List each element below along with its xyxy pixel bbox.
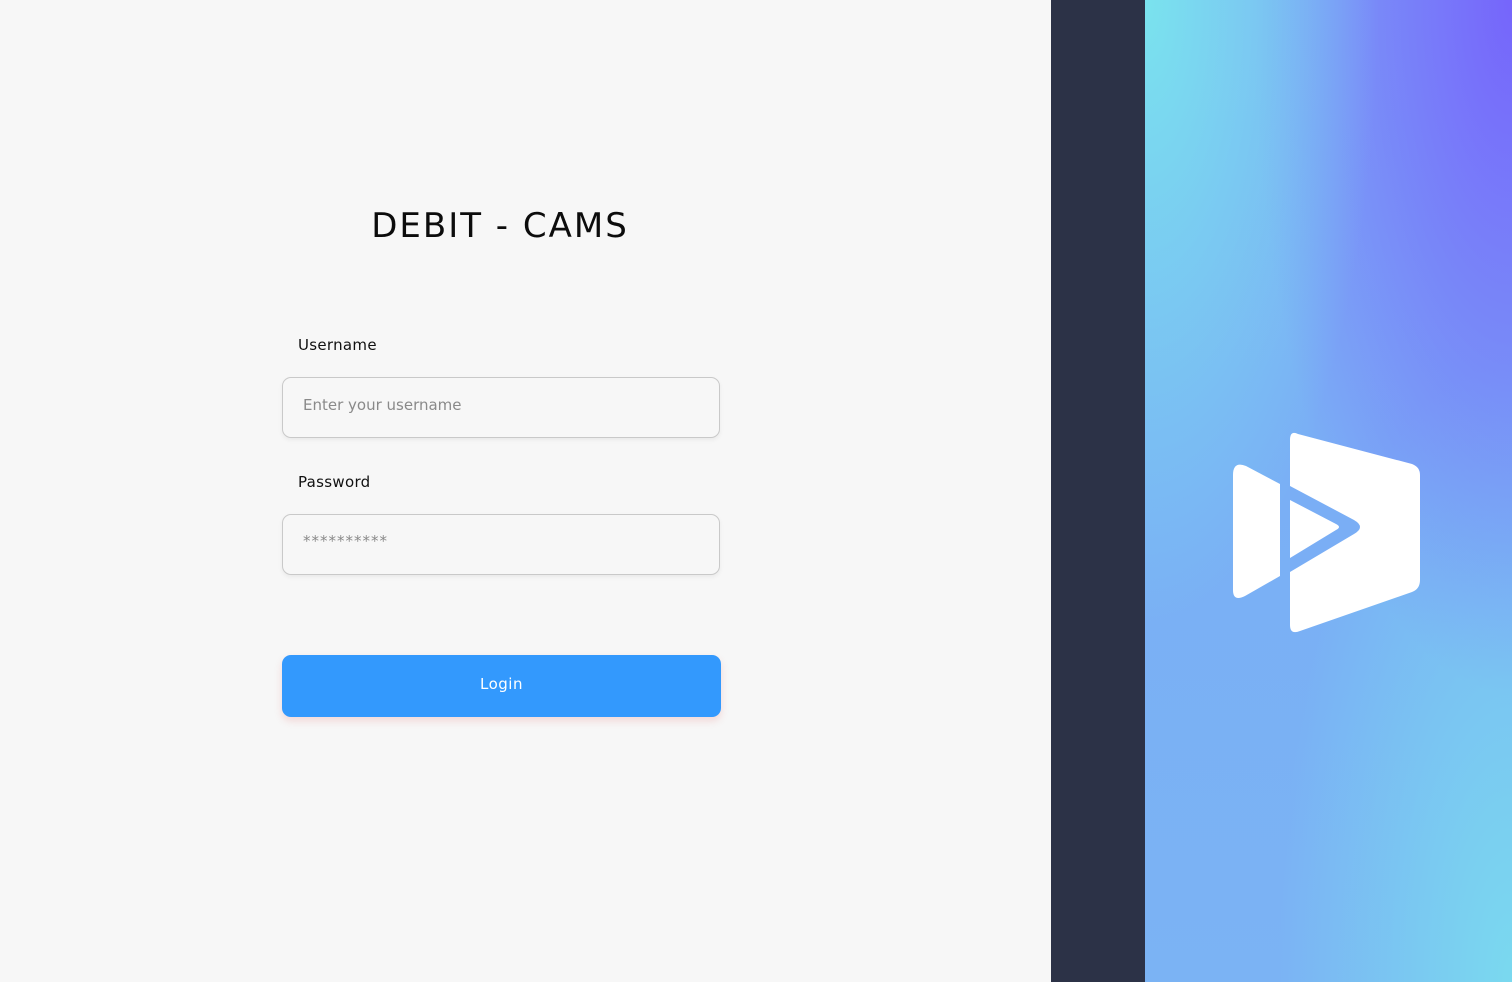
login-page: DEBIT - CAMS Username Password Login [0,0,1512,982]
username-label: Username [298,336,377,354]
login-button[interactable]: Login [282,655,721,717]
username-input[interactable] [282,377,720,438]
app-title: DEBIT - CAMS [371,206,629,246]
password-input[interactable] [282,514,720,575]
play-video-logo-icon [1233,432,1420,633]
password-label: Password [298,473,371,491]
dark-divider-strip [1051,0,1145,982]
brand-panel [1145,0,1512,982]
login-panel: DEBIT - CAMS Username Password Login [0,0,1051,982]
